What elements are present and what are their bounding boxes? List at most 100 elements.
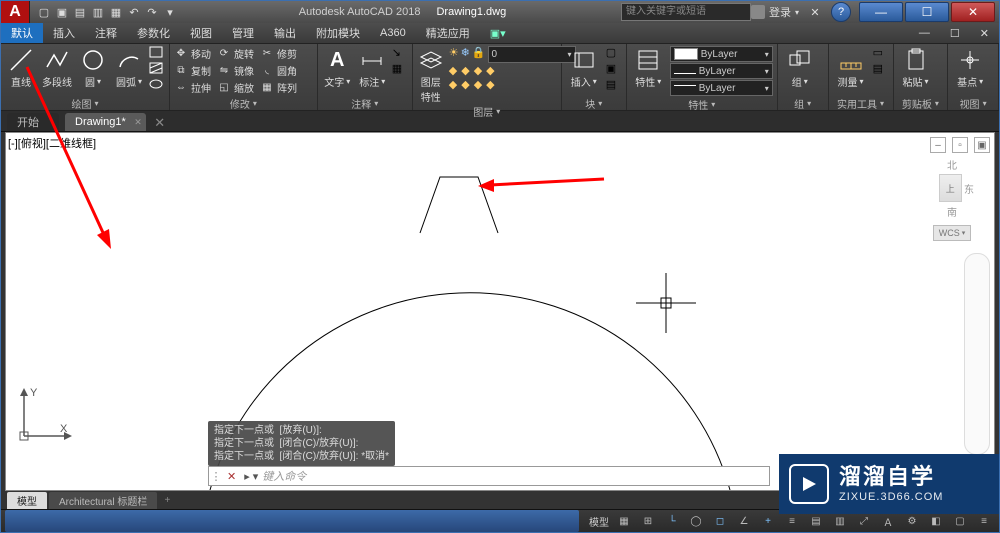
- group-button[interactable]: 组▾: [782, 46, 818, 89]
- array-button[interactable]: ▦阵列: [260, 80, 297, 95]
- ws-icon[interactable]: ⚙: [903, 513, 921, 529]
- polar-icon[interactable]: ◯: [687, 513, 705, 529]
- window-maximize-button[interactable]: ☐: [905, 2, 949, 22]
- color-dropdown[interactable]: ByLayer▾: [670, 46, 773, 62]
- viewcube-top[interactable]: 上: [939, 174, 962, 202]
- tab-a360[interactable]: A360: [370, 23, 416, 43]
- move-button[interactable]: ✥移动: [174, 46, 211, 61]
- stretch-button[interactable]: ⇔拉伸: [174, 80, 211, 95]
- dyn-icon[interactable]: +: [759, 513, 777, 529]
- tab-manage[interactable]: 管理: [222, 23, 264, 43]
- exchange-icon[interactable]: ✕: [807, 4, 823, 20]
- viewcube-south[interactable]: 南: [930, 204, 974, 219]
- layer-tool4-icon[interactable]: ◆: [486, 64, 494, 77]
- doc-max-icon[interactable]: ☐: [940, 23, 970, 43]
- viewcube-east[interactable]: 东: [964, 181, 974, 196]
- rotate-button[interactable]: ⟳旋转: [217, 46, 254, 61]
- linetype-dropdown[interactable]: ByLayer▾: [670, 80, 773, 96]
- viewcube-north[interactable]: 北: [930, 157, 974, 172]
- layer-tool2-icon[interactable]: ◆: [461, 64, 469, 77]
- lock-icon[interactable]: 🔒: [472, 46, 486, 63]
- new-tab-button[interactable]: ✕: [150, 115, 170, 131]
- qat-save-icon[interactable]: ▤: [72, 4, 88, 20]
- command-line[interactable]: ⋮ ✕ ▸▾ 键入命令: [208, 466, 770, 486]
- login-button[interactable]: 登录 ▾: [751, 4, 799, 20]
- qat-dropdown-icon[interactable]: ▾: [162, 4, 178, 20]
- insert-block-button[interactable]: 插入▾: [566, 46, 602, 89]
- tab-default[interactable]: 默认: [1, 23, 43, 43]
- qat-plot-icon[interactable]: ▦: [108, 4, 124, 20]
- cmd-handle-icon[interactable]: ⋮: [209, 470, 223, 483]
- layer-tool3-icon[interactable]: ◆: [474, 64, 482, 77]
- polyline-button[interactable]: 多段线: [41, 46, 73, 89]
- clean-icon[interactable]: ▢: [951, 513, 969, 529]
- tab-insert[interactable]: 插入: [43, 23, 85, 43]
- paste-button[interactable]: 粘贴▾: [898, 46, 934, 89]
- tab-annotate[interactable]: 注释: [85, 23, 127, 43]
- help-button[interactable]: ?: [831, 2, 851, 22]
- hatch-icon[interactable]: [149, 62, 165, 76]
- dimension-button[interactable]: 标注▾: [357, 46, 388, 89]
- layer-tool8-icon[interactable]: ◆: [486, 78, 494, 91]
- copy-button[interactable]: ⧉复制: [174, 63, 211, 78]
- measure-button[interactable]: 测量▾: [833, 46, 869, 89]
- snap-icon[interactable]: ⊞: [639, 513, 657, 529]
- close-icon[interactable]: ✕: [134, 117, 142, 128]
- rectangle-icon[interactable]: [149, 46, 165, 60]
- lwt-icon[interactable]: ≡: [783, 513, 801, 529]
- scale-button[interactable]: ◱缩放: [217, 80, 254, 95]
- ellipse-icon[interactable]: [149, 78, 165, 92]
- freeze-icon[interactable]: ❄: [461, 46, 470, 63]
- basepoint-button[interactable]: 基点▾: [952, 46, 988, 89]
- doc-min-icon[interactable]: —: [909, 23, 940, 43]
- tab-view[interactable]: 视图: [180, 23, 222, 43]
- viewcube[interactable]: 北 上 东 南 WCS▾: [930, 157, 974, 241]
- trans-icon[interactable]: ▤: [807, 513, 825, 529]
- circle-button[interactable]: 圆▾: [77, 46, 109, 89]
- cmd-clear-icon[interactable]: ✕: [223, 470, 240, 483]
- qat-undo-icon[interactable]: ↶: [126, 4, 142, 20]
- osnap-icon[interactable]: ◻: [711, 513, 729, 529]
- window-close-button[interactable]: ✕: [951, 2, 995, 22]
- layer-tool5-icon[interactable]: ◆: [449, 78, 457, 91]
- navigation-bar[interactable]: [964, 253, 990, 455]
- grid-icon[interactable]: ▦: [615, 513, 633, 529]
- mirror-button[interactable]: ⇋镜像: [217, 63, 254, 78]
- qat-open-icon[interactable]: ▣: [54, 4, 70, 20]
- calc-icon[interactable]: ▤: [873, 62, 889, 76]
- anno-icon[interactable]: Ａ: [879, 513, 897, 529]
- sc-icon[interactable]: ⤢: [855, 513, 873, 529]
- search-input[interactable]: 键入关键字或短语: [621, 3, 751, 21]
- doc-close-icon[interactable]: ✕: [970, 23, 999, 43]
- edit-block-icon[interactable]: ▣: [606, 62, 622, 76]
- iso-icon[interactable]: ◧: [927, 513, 945, 529]
- select-icon[interactable]: ▭: [873, 46, 889, 60]
- app-menu-button[interactable]: A: [1, 1, 30, 23]
- tab-featured[interactable]: 精选应用: [416, 23, 480, 43]
- properties-button[interactable]: 特性▾: [631, 46, 666, 89]
- tab-addins[interactable]: 附加模块: [306, 23, 370, 43]
- wcs-dropdown[interactable]: WCS▾: [933, 225, 971, 241]
- ortho-icon[interactable]: └: [663, 513, 681, 529]
- start-tab[interactable]: 开始: [7, 113, 59, 131]
- tab-parametric[interactable]: 参数化: [127, 23, 180, 43]
- status-model[interactable]: 模型: [589, 514, 609, 529]
- custom-icon[interactable]: ≡: [975, 513, 993, 529]
- qat-saveas-icon[interactable]: ▥: [90, 4, 106, 20]
- otrack-icon[interactable]: ∠: [735, 513, 753, 529]
- create-block-icon[interactable]: ▢: [606, 46, 622, 60]
- table-icon[interactable]: ▦: [392, 62, 408, 76]
- layout-model-tab[interactable]: 模型: [7, 492, 47, 509]
- tab-expand-icon[interactable]: ▣▾: [480, 23, 516, 43]
- layout-arch-tab[interactable]: Architectural 标题栏: [49, 492, 157, 509]
- qp-icon[interactable]: ▥: [831, 513, 849, 529]
- text-button[interactable]: A 文字▾: [322, 46, 353, 89]
- tab-output[interactable]: 输出: [264, 23, 306, 43]
- window-minimize-button[interactable]: —: [859, 2, 903, 22]
- drawing-area[interactable]: [-][俯视][二维线框] – ▫ ▣ 北: [5, 132, 995, 491]
- layout-add-button[interactable]: +: [159, 495, 175, 506]
- arc-button[interactable]: 圆弧▾: [113, 46, 145, 89]
- layer-tool1-icon[interactable]: ◆: [449, 64, 457, 77]
- trim-button[interactable]: ✂修剪: [260, 46, 297, 61]
- layer-tool6-icon[interactable]: ◆: [461, 78, 469, 91]
